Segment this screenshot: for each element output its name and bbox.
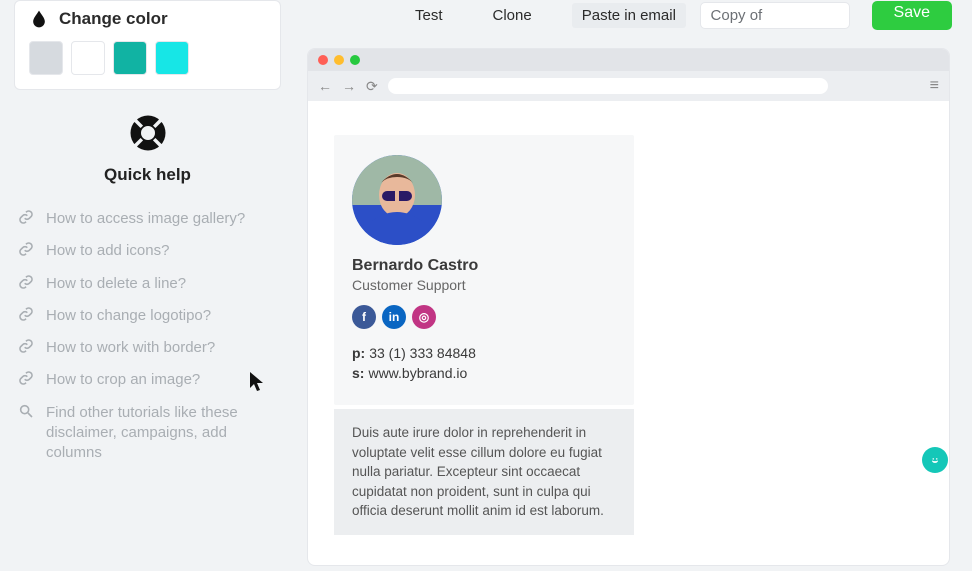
chat-button[interactable]: [922, 447, 948, 473]
reload-icon: ⟳: [366, 78, 378, 95]
link-icon: [18, 338, 36, 354]
change-color-title: Change color: [59, 9, 168, 29]
main-area: Test Clone Paste in email Copy of Save ←…: [295, 0, 972, 571]
sidebar: Change color Quick help How to access im…: [0, 0, 295, 571]
instagram-icon[interactable]: ◎: [412, 305, 436, 329]
quick-help-header: Quick help: [14, 112, 281, 185]
help-search-row[interactable]: Find other tutorials like these disclaim…: [18, 397, 277, 470]
email-preview: Bernardo Castro Customer Support f in ◎ …: [308, 101, 949, 565]
tab-paste-in-email[interactable]: Paste in email: [572, 3, 686, 28]
lifebuoy-icon: [127, 112, 169, 154]
link-icon: [18, 241, 36, 257]
url-bar: [388, 78, 828, 94]
help-item[interactable]: How to work with border?: [18, 332, 277, 364]
action-tabs: Test Clone Paste in email: [405, 3, 686, 28]
tab-test[interactable]: Test: [405, 3, 453, 28]
top-toolbar: Test Clone Paste in email Copy of Save: [295, 0, 972, 30]
help-link[interactable]: How to crop an image?: [46, 370, 200, 390]
link-icon: [18, 370, 36, 386]
search-icon: [18, 403, 36, 419]
phone-line: p:33 (1) 333 84848: [352, 345, 616, 361]
help-item[interactable]: How to change logotipo?: [18, 300, 277, 332]
help-link[interactable]: How to add icons?: [46, 241, 169, 261]
facebook-icon[interactable]: f: [352, 305, 376, 329]
help-item[interactable]: How to access image gallery?: [18, 203, 277, 235]
help-item[interactable]: How to add icons?: [18, 235, 277, 267]
help-link[interactable]: How to access image gallery?: [46, 209, 245, 229]
swatch-cyan[interactable]: [155, 41, 189, 75]
link-icon: [18, 209, 36, 225]
forward-icon: →: [342, 78, 356, 94]
save-button[interactable]: Save: [872, 1, 952, 30]
signature-disclaimer: Duis aute irure dolor in reprehenderit i…: [334, 409, 634, 535]
window-maximize-icon: [350, 55, 360, 65]
browser-titlebar: [308, 49, 949, 71]
signature-contact-lines: p:33 (1) 333 84848 s:www.bybrand.io: [352, 345, 616, 381]
signature-name: Bernardo Castro: [352, 257, 616, 275]
help-link[interactable]: How to change logotipo?: [46, 306, 211, 326]
signature-role: Customer Support: [352, 277, 616, 293]
back-icon: ←: [318, 78, 332, 94]
hamburger-icon: ≡: [930, 77, 939, 95]
help-list: How to access image gallery? How to add …: [14, 203, 281, 469]
linkedin-icon[interactable]: in: [382, 305, 406, 329]
quick-help-title: Quick help: [14, 165, 281, 185]
site-line: s:www.bybrand.io: [352, 365, 616, 381]
link-icon: [18, 306, 36, 322]
signature-card: Bernardo Castro Customer Support f in ◎ …: [334, 135, 634, 405]
window-minimize-icon: [334, 55, 344, 65]
signature-name-field[interactable]: Copy of: [700, 2, 850, 29]
swatch-teal[interactable]: [113, 41, 147, 75]
link-icon: [18, 274, 36, 290]
browser-navbar: ← → ⟳ ≡: [308, 71, 949, 101]
avatar: [352, 155, 442, 245]
help-item[interactable]: How to crop an image?: [18, 364, 277, 396]
help-link[interactable]: How to work with border?: [46, 338, 215, 358]
change-color-card: Change color: [14, 0, 281, 90]
tab-clone[interactable]: Clone: [483, 3, 542, 28]
social-icons: f in ◎: [352, 305, 616, 329]
swatch-gray[interactable]: [29, 41, 63, 75]
color-swatches: [29, 41, 266, 75]
drop-icon: [29, 7, 49, 31]
window-close-icon: [318, 55, 328, 65]
browser-mock: ← → ⟳ ≡: [307, 48, 950, 566]
help-link[interactable]: How to delete a line?: [46, 274, 186, 294]
help-item[interactable]: How to delete a line?: [18, 268, 277, 300]
help-search-text[interactable]: Find other tutorials like these disclaim…: [46, 403, 277, 464]
swatch-white[interactable]: [71, 41, 105, 75]
